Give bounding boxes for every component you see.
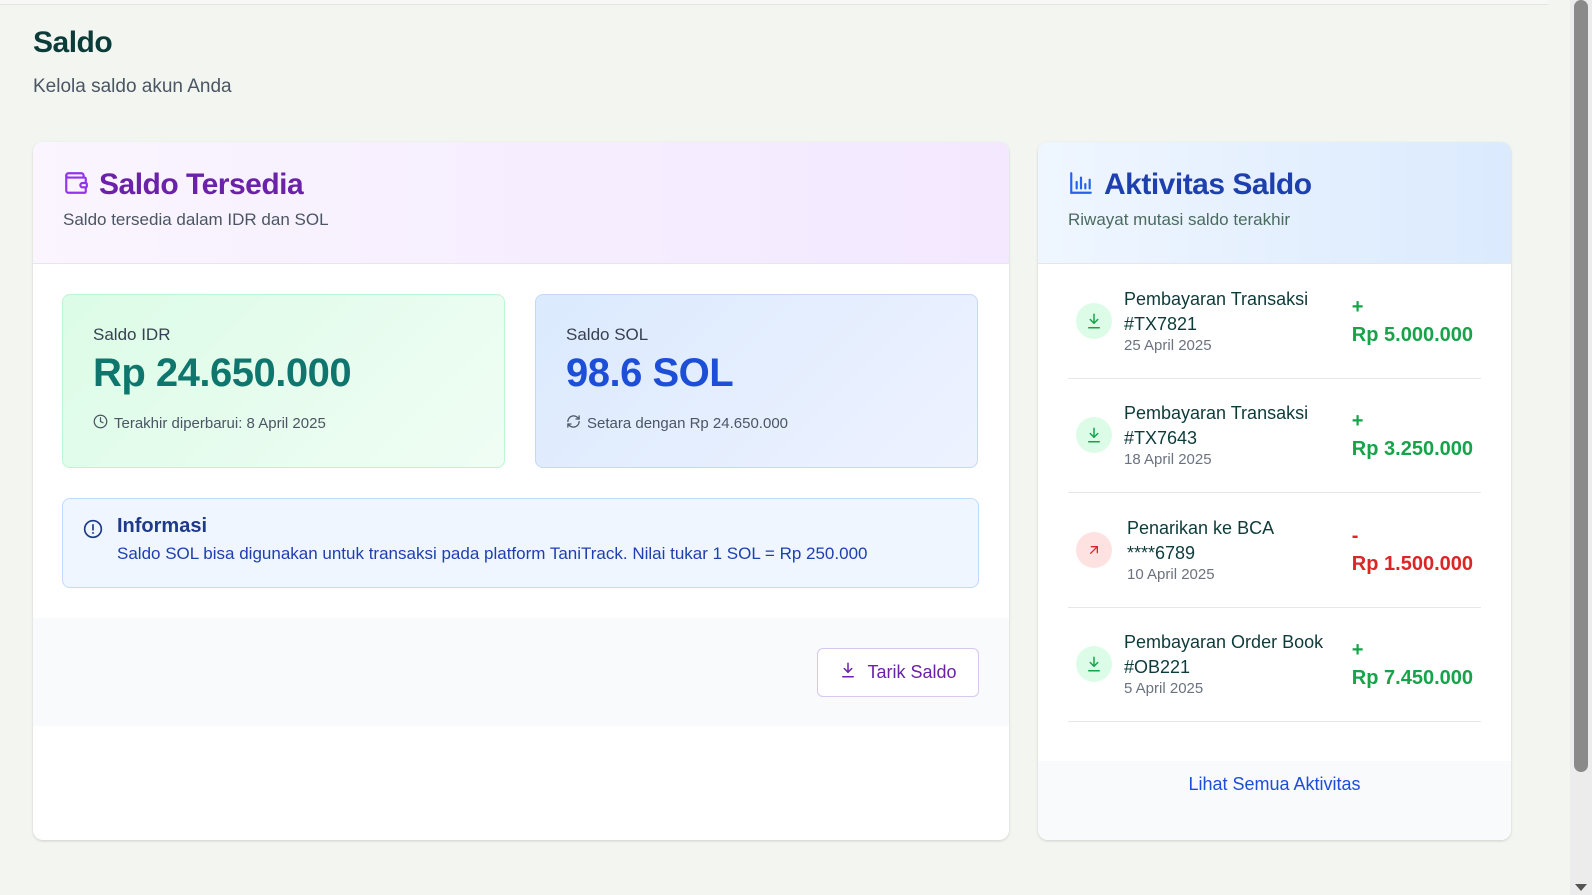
balance-card-title: Saldo Tersedia (99, 168, 304, 201)
wallet-icon (63, 170, 89, 201)
activity-date: 10 April 2025 (1127, 565, 1215, 583)
scrollbar-thumb[interactable] (1574, 0, 1588, 772)
arrow-up-right-icon (1076, 531, 1112, 568)
activity-title: Pembayaran Transaksi #TX7821 (1124, 288, 1309, 334)
download-icon (1076, 417, 1112, 454)
activity-date: 5 April 2025 (1124, 680, 1204, 698)
activity-item[interactable]: Pembayaran Order Book #OB221 5 April 202… (1068, 608, 1481, 722)
activity-amount: + Rp 3.250.000 (1352, 407, 1473, 463)
activity-item[interactable]: Pembayaran Transaksi #TX7821 25 April 20… (1068, 264, 1481, 379)
activity-value: Rp 5.000.000 (1351, 323, 1473, 346)
top-border (0, 0, 1548, 5)
idr-balance-value: Rp 24.650.000 (93, 351, 352, 395)
idr-balance-meta: Terakhir diperbarui: 8 April 2025 (93, 414, 474, 433)
activity-amount: + Rp 7.450.000 (1352, 636, 1473, 692)
activity-date: 18 April 2025 (1124, 451, 1212, 469)
activity-card: Aktivitas Saldo Riwayat mutasi saldo ter… (1038, 142, 1511, 840)
bar-chart-icon (1068, 170, 1094, 201)
activity-date: 25 April 2025 (1124, 336, 1212, 354)
refresh-icon (566, 414, 581, 433)
download-icon (1076, 646, 1112, 683)
balance-card-footer: Tarik Saldo (33, 618, 1009, 726)
clock-icon (93, 414, 108, 433)
activity-title: Penarikan ke BCA ****6789 (1127, 517, 1274, 563)
withdraw-button[interactable]: Tarik Saldo (817, 648, 979, 697)
idr-balance-label: Saldo IDR (93, 325, 171, 344)
idr-balance-box: Saldo IDR Rp 24.650.000 Terakhir diperba… (62, 294, 505, 468)
scrollbar[interactable] (1570, 0, 1592, 895)
info-title: Informasi (117, 515, 208, 537)
activity-title: Pembayaran Order Book #OB221 (1124, 632, 1324, 678)
activity-card-subtitle: Riwayat mutasi saldo terakhir (1068, 210, 1291, 229)
view-all-activity-link[interactable]: Lihat Semua Aktivitas (1188, 774, 1360, 840)
sol-balance-meta: Setara dengan Rp 24.650.000 (566, 414, 947, 433)
activity-title: Pembayaran Transaksi #TX7643 (1124, 403, 1309, 449)
activity-sign: + (1351, 639, 1364, 662)
activity-item[interactable]: Pembayaran Transaksi #TX7643 18 April 20… (1068, 379, 1481, 493)
info-box: Informasi Saldo SOL bisa digunakan untuk… (62, 498, 979, 588)
sol-balance-label: Saldo SOL (566, 325, 649, 344)
idr-balance-updated: Terakhir diperbarui: 8 April 2025 (114, 415, 326, 432)
download-icon (1076, 302, 1112, 339)
sol-balance-value: 98.6 SOL (566, 351, 734, 395)
alert-circle-icon (83, 519, 103, 587)
activity-sign: - (1351, 524, 1359, 547)
activity-amount: + Rp 5.000.000 (1352, 293, 1473, 349)
page-subtitle: Kelola saldo akun Anda (33, 76, 232, 97)
scroll-down-arrow-icon[interactable] (1575, 884, 1587, 891)
activity-value: Rp 1.500.000 (1351, 552, 1473, 575)
activity-value: Rp 7.450.000 (1351, 667, 1473, 690)
activity-card-title: Aktivitas Saldo (1104, 168, 1312, 201)
download-icon (839, 661, 857, 684)
activity-list: Pembayaran Transaksi #TX7821 25 April 20… (1068, 264, 1481, 722)
withdraw-button-label: Tarik Saldo (867, 662, 957, 682)
sol-balance-equivalent: Setara dengan Rp 24.650.000 (587, 415, 788, 432)
activity-card-footer: Lihat Semua Aktivitas (1038, 761, 1511, 840)
balance-card-header: Saldo Tersedia Saldo tersedia dalam IDR … (33, 142, 1009, 264)
activity-value: Rp 3.250.000 (1351, 438, 1473, 461)
balance-card-subtitle: Saldo tersedia dalam IDR dan SOL (63, 210, 329, 229)
activity-item[interactable]: Penarikan ke BCA ****6789 10 April 2025 … (1068, 493, 1481, 608)
page-title: Saldo (33, 26, 113, 59)
activity-card-header: Aktivitas Saldo Riwayat mutasi saldo ter… (1038, 142, 1511, 264)
activity-sign: + (1351, 295, 1364, 318)
info-text: Saldo SOL bisa digunakan untuk transaksi… (117, 544, 868, 563)
sol-balance-box: Saldo SOL 98.6 SOL Setara dengan Rp 24.6… (535, 294, 978, 468)
activity-sign: + (1351, 410, 1364, 433)
balance-card: Saldo Tersedia Saldo tersedia dalam IDR … (33, 142, 1009, 840)
activity-amount: - Rp 1.500.000 (1352, 522, 1473, 578)
